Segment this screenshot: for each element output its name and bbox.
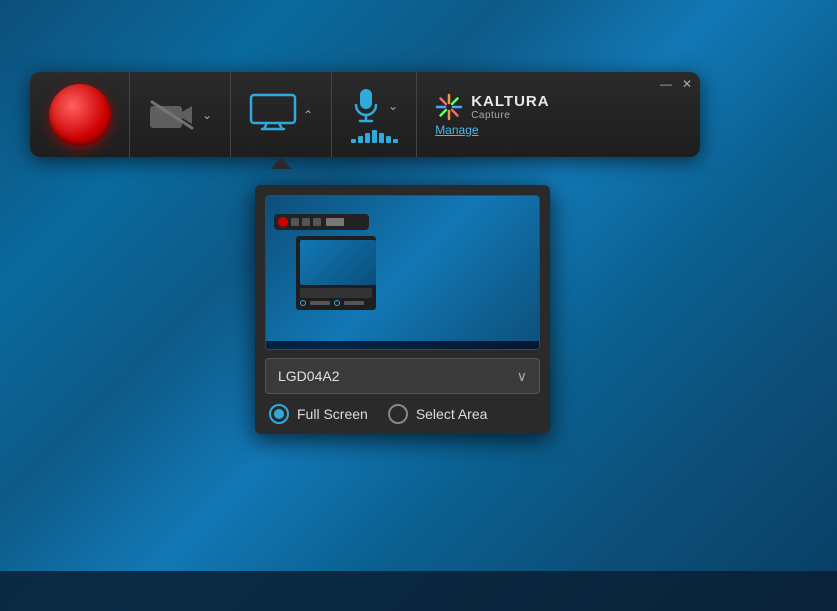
mini-radio-text-1 (310, 301, 330, 305)
mini-radio-text-2 (344, 301, 364, 305)
select-area-label: Select Area (416, 406, 488, 422)
manage-link[interactable]: Manage (435, 123, 478, 137)
close-button[interactable]: ✕ (682, 78, 692, 90)
mic-bar-4 (372, 130, 377, 143)
fullscreen-label: Full Screen (297, 406, 368, 422)
mic-bar-3 (365, 133, 370, 143)
camera-section: ⌄ (130, 72, 231, 157)
mini-icon-3 (313, 218, 321, 226)
screen-section: ⌃ (231, 72, 332, 157)
monitor-select-dropdown[interactable]: LGD04A2 ∨ (265, 358, 540, 394)
main-toolbar: — ✕ ⌄ ⌃ (30, 72, 700, 157)
monitor-select-arrow-icon: ∨ (517, 368, 527, 385)
mic-bar-6 (386, 136, 391, 143)
taskbar (0, 571, 837, 611)
window-controls: — ✕ (660, 78, 692, 90)
mini-kaltura (326, 218, 344, 226)
fullscreen-option[interactable]: Full Screen (269, 404, 368, 424)
mini-select-bar (300, 288, 372, 298)
mini-toolbar (274, 214, 369, 230)
mic-bar-1 (351, 139, 356, 143)
mini-icon-1 (291, 218, 299, 226)
mini-radio-row (300, 300, 372, 306)
screen-icon (249, 93, 297, 136)
kaltura-section: KALTURA Capture Manage (417, 93, 700, 137)
capture-mode-options: Full Screen Select Area (265, 404, 540, 424)
mic-row: ⌄ (350, 87, 398, 125)
mini-taskbar (266, 341, 539, 349)
minimize-button[interactable]: — (660, 78, 672, 90)
mini-radio-2 (334, 300, 340, 306)
mic-section: ⌄ (332, 72, 417, 157)
kaltura-text: KALTURA Capture (471, 93, 549, 121)
mini-desktop-preview (266, 196, 539, 349)
kaltura-logo: KALTURA Capture (435, 93, 549, 121)
mini-record-btn (278, 217, 288, 227)
select-area-option[interactable]: Select Area (388, 404, 488, 424)
mini-icon-2 (302, 218, 310, 226)
mini-radio-1 (300, 300, 306, 306)
kaltura-star-icon (435, 93, 463, 121)
screen-dropdown-arrow[interactable]: ⌃ (303, 108, 313, 122)
fullscreen-radio[interactable] (269, 404, 289, 424)
mic-bar-7 (393, 139, 398, 143)
mic-level-bars (351, 129, 398, 143)
camera-dropdown-arrow[interactable]: ⌄ (202, 108, 212, 122)
mic-icon (350, 87, 382, 125)
mini-preview-box (300, 240, 376, 285)
screen-dropdown-panel: LGD04A2 ∨ Full Screen Select Area (255, 185, 550, 434)
kaltura-capture-label: Capture (471, 110, 549, 121)
mic-bar-5 (379, 133, 384, 143)
kaltura-brand-name: KALTURA (471, 93, 549, 110)
record-button-section (30, 72, 130, 157)
mic-bar-2 (358, 136, 363, 143)
mic-dropdown-arrow[interactable]: ⌄ (388, 99, 398, 113)
camera-icon (148, 98, 196, 132)
select-area-radio[interactable] (388, 404, 408, 424)
monitor-select-value: LGD04A2 (278, 368, 339, 384)
record-button[interactable] (49, 84, 111, 146)
screen-preview-thumbnail (265, 195, 540, 350)
mini-dropdown (296, 236, 376, 310)
